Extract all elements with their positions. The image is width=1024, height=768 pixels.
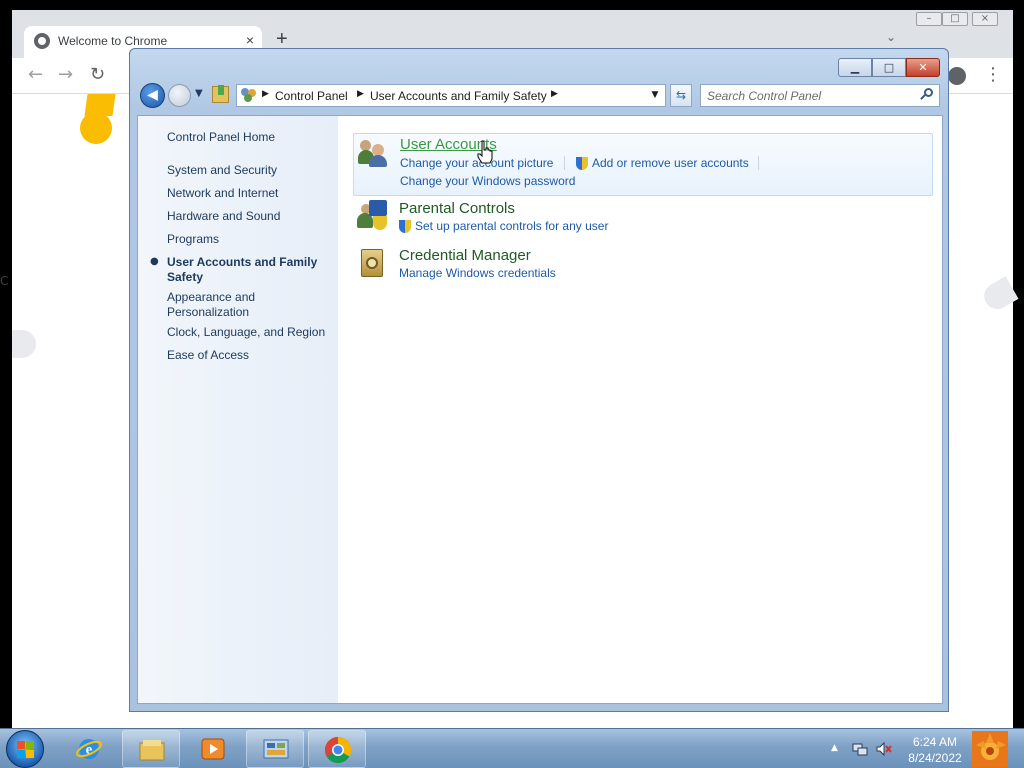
sidebar-item-system-and-security[interactable]: System and Security xyxy=(167,163,333,178)
uac-shield-icon xyxy=(399,220,411,233)
current-item-bullet-icon: ● xyxy=(150,256,159,267)
folder-icon xyxy=(138,736,166,764)
main-pane: User Accounts Change your account pictur… xyxy=(338,116,942,703)
chrome-welcome-illustration xyxy=(80,94,118,144)
chrome-minimize-button[interactable]: – xyxy=(916,12,942,26)
breadcrumb-user-accounts[interactable]: User Accounts and Family Safety xyxy=(370,89,547,103)
clock-date: 8/24/2022 xyxy=(908,751,962,765)
taskbar-chrome[interactable] xyxy=(308,730,366,768)
breadcrumb-control-panel[interactable]: Control Panel xyxy=(275,89,348,103)
tab-close-icon[interactable]: × xyxy=(246,32,254,48)
tab-search-dropdown-icon[interactable]: ⌄ xyxy=(886,30,896,44)
search-input[interactable] xyxy=(707,88,907,104)
sidebar-item-appearance[interactable]: Appearance and Personalization xyxy=(167,290,333,320)
address-bar[interactable]: ▶ Control Panel ▶ User Accounts and Fami… xyxy=(236,84,666,107)
maximize-button[interactable]: □ xyxy=(872,58,906,77)
category-user-accounts[interactable]: User Accounts Change your account pictur… xyxy=(353,133,933,196)
back-button[interactable]: ◀ xyxy=(140,83,165,108)
decorative-shape xyxy=(979,276,1019,314)
parental-controls-icon xyxy=(357,200,389,232)
volume-muted-icon[interactable] xyxy=(876,741,892,757)
taskbar-control-panel[interactable] xyxy=(246,730,304,768)
control-panel-home-link[interactable]: Control Panel Home xyxy=(167,130,333,145)
link-separator xyxy=(564,156,565,170)
sidebar-item-ease-of-access[interactable]: Ease of Access xyxy=(167,348,333,363)
set-up-parental-controls-link[interactable]: Set up parental controls for any user xyxy=(415,219,608,233)
windows-logo-icon xyxy=(17,741,35,759)
refresh-button[interactable]: ⇆ xyxy=(670,84,692,107)
left-navigation-pane: Control Panel Home System and Security N… xyxy=(138,116,338,703)
taskbar-internet-explorer[interactable]: e xyxy=(60,730,118,768)
control-panel-icon xyxy=(241,88,257,103)
network-icon[interactable] xyxy=(852,741,868,757)
profile-avatar-icon[interactable] xyxy=(948,67,966,85)
minimize-button[interactable]: ▁ xyxy=(838,58,872,77)
sidebar-item-clock-language-region[interactable]: Clock, Language, and Region xyxy=(167,325,333,340)
chrome-reload-button[interactable]: ↻ xyxy=(90,64,105,85)
chrome-forward-button[interactable]: → xyxy=(58,64,73,85)
breadcrumb-separator-icon[interactable]: ▶ xyxy=(551,89,558,99)
search-icon[interactable] xyxy=(920,88,934,102)
show-desktop-button[interactable] xyxy=(972,731,1008,767)
hand-cursor-icon xyxy=(477,140,493,164)
clock-time: 6:24 AM xyxy=(912,735,958,749)
start-button[interactable] xyxy=(6,730,44,768)
control-panel-icon xyxy=(262,736,290,764)
breadcrumb-separator-icon[interactable]: ▶ xyxy=(357,89,364,99)
flower-thumbnail-icon xyxy=(972,731,1008,767)
chrome-icon xyxy=(324,736,352,764)
forward-button[interactable] xyxy=(168,84,191,107)
close-button[interactable]: ✕ xyxy=(906,58,940,77)
sidebar-item-hardware-and-sound[interactable]: Hardware and Sound xyxy=(167,209,333,224)
up-folder-icon[interactable] xyxy=(212,85,229,103)
sidebar-item-network-and-internet[interactable]: Network and Internet xyxy=(167,186,333,201)
control-panel-window: ▁ □ ✕ ◀ ▼ ▶ Control Panel ▶ User Account… xyxy=(129,48,949,712)
search-box[interactable] xyxy=(700,84,940,107)
category-credential-manager[interactable]: Credential Manager Manage Windows creden… xyxy=(353,245,933,285)
media-player-icon xyxy=(199,735,227,763)
address-dropdown-icon[interactable]: ▼ xyxy=(647,87,663,104)
navigation-bar: ◀ ▼ ▶ Control Panel ▶ User Accounts and … xyxy=(138,82,942,110)
internet-explorer-icon: e xyxy=(75,735,103,763)
decorative-shape xyxy=(12,330,36,358)
chrome-menu-icon[interactable]: ⋮ xyxy=(984,64,1002,85)
parental-controls-heading[interactable]: Parental Controls xyxy=(399,200,515,217)
add-remove-user-accounts-link[interactable]: Add or remove user accounts xyxy=(592,156,749,170)
globe-icon xyxy=(34,33,50,49)
chrome-back-button[interactable]: ← xyxy=(28,64,43,85)
uac-shield-icon xyxy=(576,157,588,170)
user-accounts-icon xyxy=(358,136,390,168)
breadcrumb-separator-icon[interactable]: ▶ xyxy=(262,89,269,99)
manage-windows-credentials-link[interactable]: Manage Windows credentials xyxy=(399,266,556,280)
category-parental-controls[interactable]: Parental Controls Set up parental contro… xyxy=(353,198,933,238)
sidebar-item-user-accounts[interactable]: User Accounts and Family Safety xyxy=(167,255,333,285)
page-edge-letter: C xyxy=(0,274,9,288)
sidebar-item-programs[interactable]: Programs xyxy=(167,232,333,247)
control-panel-content: Control Panel Home System and Security N… xyxy=(137,115,943,704)
credential-manager-icon xyxy=(357,247,389,279)
taskbar-media-player[interactable] xyxy=(184,730,242,768)
chrome-maximize-button[interactable]: □ xyxy=(942,12,968,26)
change-windows-password-link[interactable]: Change your Windows password xyxy=(400,174,575,188)
show-hidden-icons-button[interactable]: ▲ xyxy=(831,743,838,753)
credential-manager-heading[interactable]: Credential Manager xyxy=(399,247,531,264)
chrome-tab-title: Welcome to Chrome xyxy=(58,34,168,48)
taskbar: e ▲ 6:24 AM 8/24/2022 xyxy=(0,728,1024,768)
system-clock[interactable]: 6:24 AM 8/24/2022 xyxy=(898,734,972,766)
window-caption-buttons: ▁ □ ✕ xyxy=(838,58,940,78)
taskbar-windows-explorer[interactable] xyxy=(122,730,180,768)
link-separator xyxy=(758,156,759,170)
chrome-close-button[interactable]: × xyxy=(972,12,998,26)
recent-pages-dropdown[interactable]: ▼ xyxy=(195,88,203,99)
